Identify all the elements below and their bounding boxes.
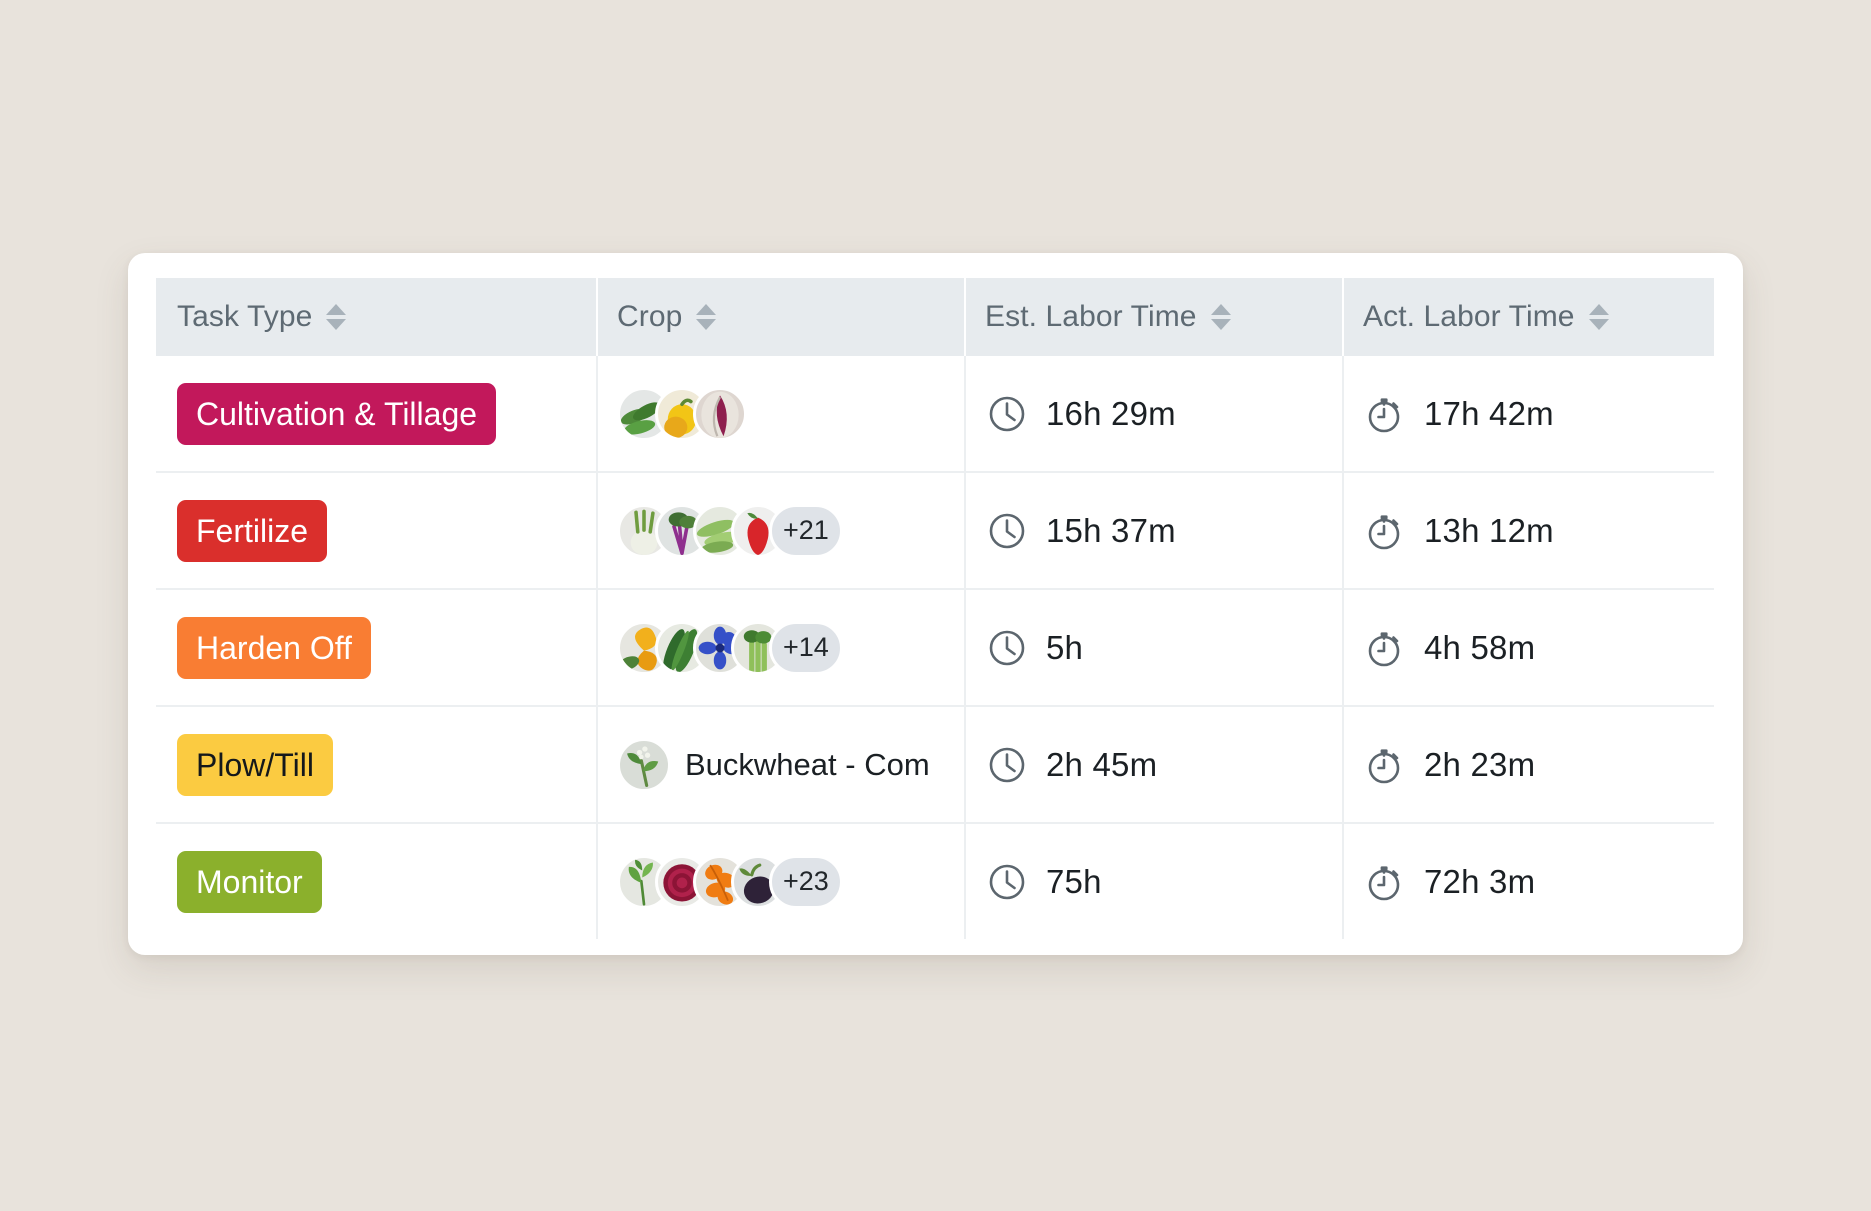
- act-labor-time-value: 17h 42m: [1424, 394, 1554, 432]
- table-row[interactable]: Monitor +23 75h 72h 3m: [156, 824, 1714, 939]
- table-row[interactable]: Plow/Till Buckwheat - Com 2h 45m 2h 23m: [156, 707, 1714, 824]
- stopwatch-icon: [1363, 392, 1407, 436]
- column-header-label: Est. Labor Time: [985, 300, 1197, 333]
- crop-name-label: Buckwheat - Com: [685, 746, 930, 782]
- task-type-badge[interactable]: Fertilize: [177, 499, 328, 562]
- cell-crop: +23: [596, 824, 964, 939]
- cell-est-labor-time: 16h 29m: [964, 356, 1342, 471]
- column-header-est-labor-time[interactable]: Est. Labor Time: [964, 278, 1342, 356]
- est-labor-time-value: 5h: [1046, 628, 1084, 666]
- column-header-task-type[interactable]: Task Type: [156, 278, 596, 356]
- sort-arrows-icon[interactable]: [326, 300, 347, 334]
- cell-task-type: Plow/Till: [156, 707, 596, 822]
- act-labor-time-value: 4h 58m: [1424, 628, 1536, 666]
- clock-icon: [985, 392, 1029, 436]
- task-type-badge[interactable]: Monitor: [177, 850, 322, 913]
- table-row[interactable]: Cultivation & Tillage 16h 29m 17h 42m: [156, 356, 1714, 473]
- cell-est-labor-time: 2h 45m: [964, 707, 1342, 822]
- cell-est-labor-time: 75h: [964, 824, 1342, 939]
- table-row[interactable]: Fertilize +21 15h 37m 13h 12m: [156, 473, 1714, 590]
- cell-crop: +21: [596, 473, 964, 588]
- cell-est-labor-time: 5h: [964, 590, 1342, 705]
- act-labor-time-value: 2h 23m: [1424, 745, 1536, 783]
- cell-task-type: Monitor: [156, 824, 596, 939]
- est-labor-time-value: 2h 45m: [1046, 745, 1158, 783]
- cell-act-labor-time: 72h 3m: [1342, 824, 1714, 939]
- column-header-crop[interactable]: Crop: [596, 278, 964, 356]
- crop-overflow-count[interactable]: +23: [769, 854, 843, 909]
- cell-act-labor-time: 17h 42m: [1342, 356, 1714, 471]
- cell-crop: [596, 356, 964, 471]
- cell-task-type: Fertilize: [156, 473, 596, 588]
- column-header-act-labor-time[interactable]: Act. Labor Time: [1342, 278, 1714, 356]
- cell-act-labor-time: 13h 12m: [1342, 473, 1714, 588]
- column-header-label: Crop: [617, 300, 683, 333]
- clock-icon: [985, 626, 1029, 670]
- stopwatch-icon: [1363, 626, 1407, 670]
- crop-avatar-group[interactable]: [617, 620, 785, 675]
- task-type-badge[interactable]: Harden Off: [177, 616, 371, 679]
- crop-avatar-group[interactable]: [617, 386, 747, 441]
- crop-avatar-group[interactable]: [617, 737, 671, 792]
- cell-crop: Buckwheat - Com: [596, 707, 964, 822]
- est-labor-time-value: 15h 37m: [1046, 511, 1176, 549]
- task-type-badge[interactable]: Cultivation & Tillage: [177, 382, 497, 445]
- task-type-badge[interactable]: Plow/Till: [177, 733, 333, 796]
- clock-icon: [985, 509, 1029, 553]
- sort-arrows-icon[interactable]: [696, 300, 717, 334]
- stopwatch-icon: [1363, 860, 1407, 904]
- crop-avatar: [617, 737, 671, 792]
- sort-arrows-icon[interactable]: [1588, 300, 1609, 334]
- crop-avatar: [693, 386, 747, 441]
- sort-arrows-icon[interactable]: [1210, 300, 1231, 334]
- stopwatch-icon: [1363, 743, 1407, 787]
- tasks-table: Task Type Crop Est. Labor Time Act. Labo…: [156, 278, 1714, 939]
- clock-icon: [985, 860, 1029, 904]
- table-header-row: Task Type Crop Est. Labor Time Act. Labo…: [156, 278, 1714, 356]
- column-header-label: Act. Labor Time: [1363, 300, 1575, 333]
- cell-est-labor-time: 15h 37m: [964, 473, 1342, 588]
- cell-act-labor-time: 2h 23m: [1342, 707, 1714, 822]
- crop-overflow-count[interactable]: +14: [769, 620, 843, 675]
- clock-icon: [985, 743, 1029, 787]
- crop-overflow-count[interactable]: +21: [769, 503, 843, 558]
- act-labor-time-value: 13h 12m: [1424, 511, 1554, 549]
- est-labor-time-value: 75h: [1046, 862, 1102, 900]
- screen: Task Type Crop Est. Labor Time Act. Labo…: [0, 0, 1871, 1211]
- cell-task-type: Cultivation & Tillage: [156, 356, 596, 471]
- table-row[interactable]: Harden Off +14 5h 4h 58m: [156, 590, 1714, 707]
- column-header-label: Task Type: [177, 300, 313, 333]
- est-labor-time-value: 16h 29m: [1046, 394, 1176, 432]
- cell-crop: +14: [596, 590, 964, 705]
- stopwatch-icon: [1363, 509, 1407, 553]
- cell-task-type: Harden Off: [156, 590, 596, 705]
- act-labor-time-value: 72h 3m: [1424, 862, 1536, 900]
- crop-avatar-group[interactable]: [617, 854, 785, 909]
- table-body: Cultivation & Tillage 16h 29m 17h 42m Ferti…: [156, 356, 1714, 939]
- crop-avatar-group[interactable]: [617, 503, 785, 558]
- cell-act-labor-time: 4h 58m: [1342, 590, 1714, 705]
- tasks-table-card: Task Type Crop Est. Labor Time Act. Labo…: [128, 253, 1743, 955]
